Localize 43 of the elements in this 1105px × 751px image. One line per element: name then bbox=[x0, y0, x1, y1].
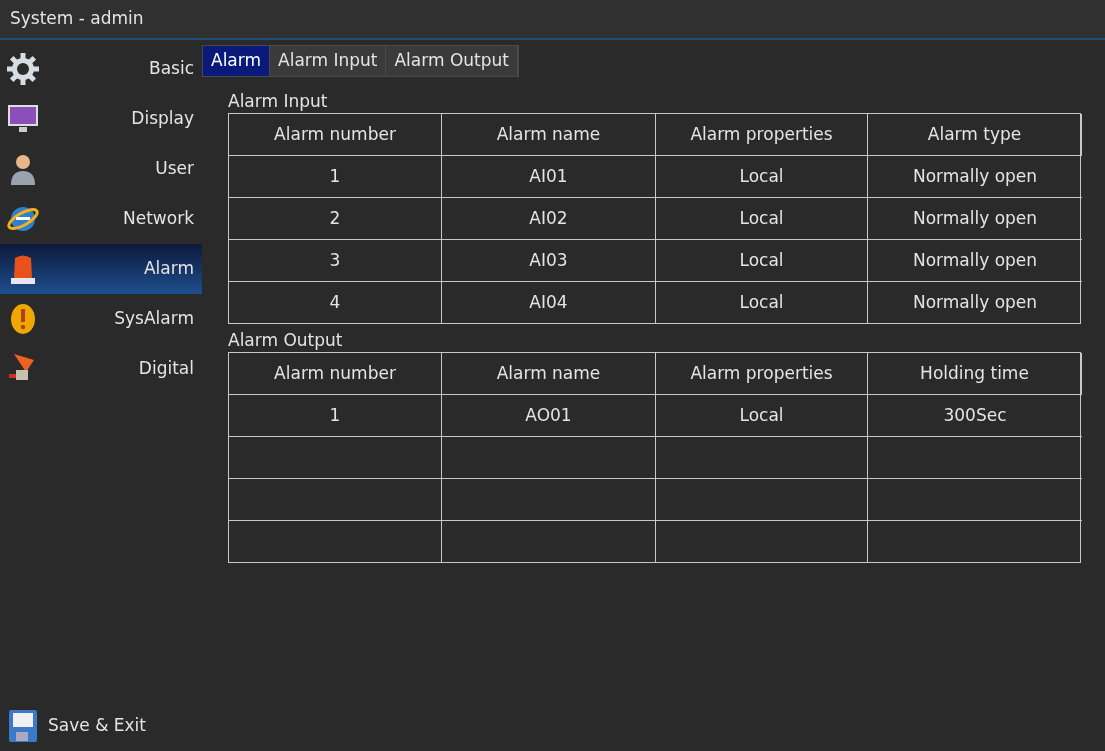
table-cell-text: Normally open bbox=[911, 164, 1039, 188]
table-cell-text: Normally open bbox=[911, 290, 1039, 314]
sidebar-item[interactable]: Basic bbox=[0, 44, 202, 94]
sidebar-item[interactable]: Alarm bbox=[0, 244, 202, 294]
table-cell: Local bbox=[656, 395, 868, 436]
table-cell: 2 bbox=[229, 198, 442, 239]
sidebar-item[interactable]: User bbox=[0, 144, 202, 194]
table-cell: AO01 bbox=[442, 395, 656, 436]
section-title: Alarm Input bbox=[228, 90, 329, 113]
table-cell: 3 bbox=[229, 240, 442, 281]
table-cell-text: 300Sec bbox=[942, 403, 1008, 427]
column-header: Alarm properties bbox=[656, 353, 868, 394]
table-cell: AI04 bbox=[442, 282, 656, 323]
table-cell: AI01 bbox=[442, 156, 656, 197]
sidebar-item[interactable]: Network bbox=[0, 194, 202, 244]
section-title: Alarm Output bbox=[228, 329, 344, 352]
table-cell: 1 bbox=[229, 156, 442, 197]
table-cell: 4 bbox=[229, 282, 442, 323]
table-cell: Local bbox=[656, 198, 868, 239]
table-cell-text: Normally open bbox=[911, 206, 1039, 230]
table-cell: Local bbox=[656, 240, 868, 281]
window-title: System - admin bbox=[10, 7, 144, 31]
sidebar-item[interactable]: Display bbox=[0, 94, 202, 144]
column-header: Alarm type bbox=[868, 114, 1082, 155]
column-header: Alarm name bbox=[442, 114, 656, 155]
gear-icon bbox=[6, 52, 40, 86]
column-header: Alarm number bbox=[229, 114, 442, 155]
tab[interactable]: Alarm bbox=[203, 46, 271, 76]
column-header: Alarm number bbox=[229, 353, 442, 394]
table-cell: AI03 bbox=[442, 240, 656, 281]
save-exit-button[interactable]: Save & Exit bbox=[0, 709, 202, 743]
sidebar-item[interactable]: SysAlarm bbox=[0, 294, 202, 344]
column-header: Alarm name bbox=[442, 353, 656, 394]
table-cell: Local bbox=[656, 156, 868, 197]
table-cell: 1 bbox=[229, 395, 442, 436]
table-cell: Local bbox=[656, 282, 868, 323]
column-header: Holding time bbox=[868, 353, 1082, 394]
sidebar-item[interactable]: Digital bbox=[0, 344, 202, 394]
column-header: Alarm properties bbox=[656, 114, 868, 155]
tab[interactable]: Alarm Input bbox=[270, 46, 387, 76]
table-cell-text: Normally open bbox=[911, 248, 1039, 272]
table-cell: AI02 bbox=[442, 198, 656, 239]
tab[interactable]: Alarm Output bbox=[386, 46, 518, 76]
